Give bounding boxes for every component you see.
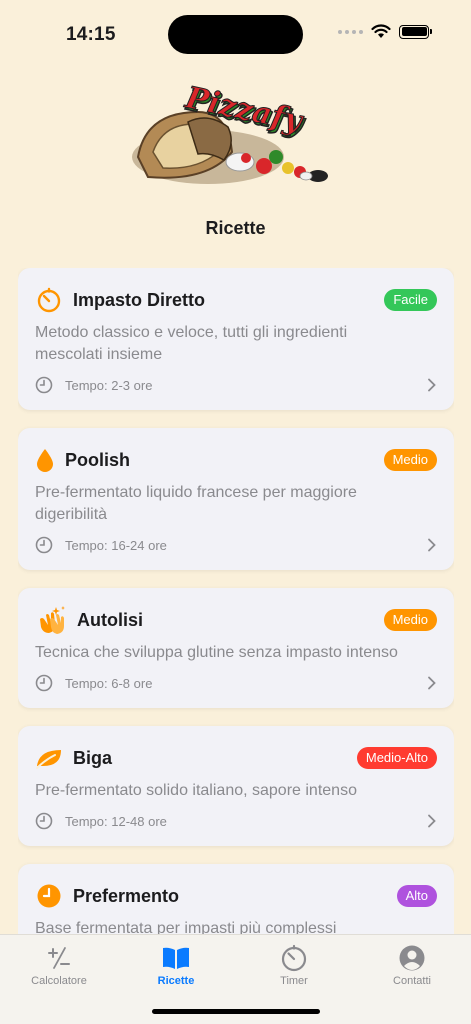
clock-icon [35,376,53,394]
difficulty-badge: Facile [384,289,437,311]
recipe-description: Pre-fermentato liquido francese per magg… [35,484,357,523]
difficulty-badge: Medio [383,449,437,471]
tab-ricette[interactable]: Ricette [126,943,226,987]
clock-icon [35,674,53,692]
difficulty-badge: Medio [383,609,437,631]
chevron-right-icon [428,676,436,690]
timer-icon [244,943,344,973]
chevron-right-icon [428,814,436,828]
recipe-card-poolish[interactable]: Poolish Medio Pre-fermentato liquido fra… [18,428,454,570]
page-title: Ricette [205,218,266,238]
person-circle-icon [362,943,462,973]
recipe-card-prefermento[interactable]: Prefermento Alto Base fermentata per imp… [18,864,454,934]
book-icon [126,943,226,973]
recipe-list: Impasto Diretto Facile Metodo classico e… [18,268,454,934]
battery-icon [399,24,432,39]
clock-icon [35,536,53,554]
plus-minus-icon [9,943,109,973]
pizzafy-logo: Pizzafy Pizzafy [132,82,328,184]
recipe-description: Tecnica che sviluppa glutine senza impas… [35,644,398,661]
recipe-time: Tempo: 16-24 ore [65,537,167,553]
clock-fill-icon [35,882,63,910]
status-icons [338,24,432,39]
difficulty-badge: Medio-Alto [356,747,437,769]
tab-timer[interactable]: Timer [244,943,344,987]
recipe-card-autolisi[interactable]: Autolisi Medio Tecnica che sviluppa glut… [18,588,454,708]
recipe-time: Tempo: 6-8 ore [65,675,153,691]
tab-label: Ricette [157,975,195,987]
tab-calcolatore[interactable]: Calcolatore [9,943,109,987]
drop-icon [35,446,55,474]
tab-label: Timer [280,975,308,987]
chevron-right-icon [428,378,436,392]
recipe-card-impasto-diretto[interactable]: Impasto Diretto Facile Metodo classico e… [18,268,454,410]
clock-icon [35,812,53,830]
recipe-time: Tempo: 12-48 ore [65,813,167,829]
recipe-title: Prefermento [73,885,180,906]
recipe-title: Impasto Diretto [73,289,206,310]
dynamic-island [168,15,303,54]
hands-sparkles-icon [35,606,67,634]
recipe-time: Tempo: 2-3 ore [65,377,153,393]
tab-label: Calcolatore [31,975,87,987]
recipe-description: Base fermentata per impasti più compless… [35,920,337,934]
tab-label: Contatti [393,975,431,987]
chevron-right-icon [428,538,436,552]
timer-icon [35,286,63,314]
recipe-description: Metodo classico e veloce, tutti gli ingr… [35,324,348,363]
recipe-title: Poolish [65,449,131,470]
recipe-title: Autolisi [77,609,143,630]
home-indicator[interactable] [152,1009,320,1014]
difficulty-badge: Alto [396,885,437,907]
leaf-icon [35,744,63,772]
cellular-icon [338,29,363,34]
tab-contatti[interactable]: Contatti [362,943,462,987]
recipe-description: Pre-fermentato solido italiano, sapore i… [35,782,357,799]
status-time: 14:15 [66,24,116,45]
wifi-icon [371,24,391,38]
recipe-card-biga[interactable]: Biga Medio-Alto Pre-fermentato solido it… [18,726,454,846]
status-bar: 14:15 [0,0,471,70]
recipe-title: Biga [73,747,113,768]
